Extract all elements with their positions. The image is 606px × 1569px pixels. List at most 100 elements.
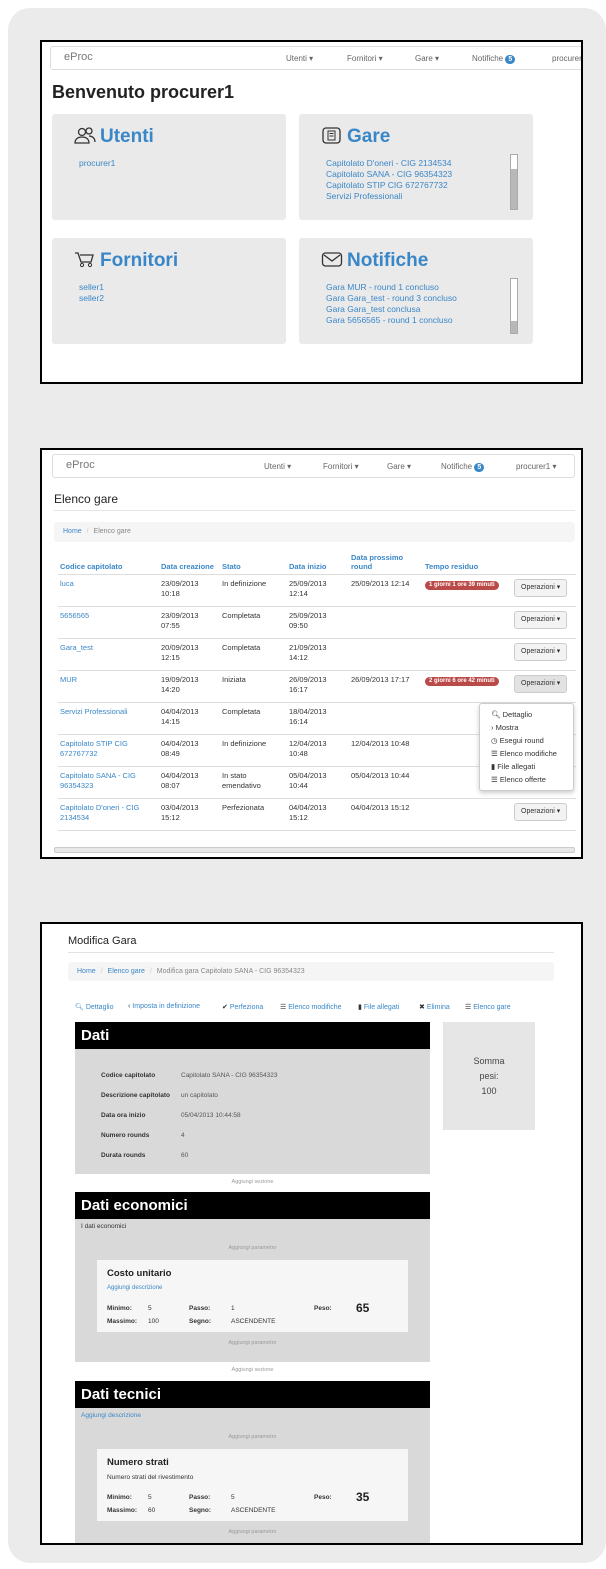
notifiche-heading[interactable]: Notifiche [321, 250, 428, 272]
notifiche-list: Gara MUR - round 1 concluso Gara Gara_te… [326, 282, 457, 326]
notifiche-item[interactable]: Gara 5656565 - round 1 concluso [326, 315, 457, 326]
nav-notifiche-label: Notifiche [441, 462, 473, 471]
breadcrumb-separator: / [86, 528, 89, 535]
weight-value: 65 [356, 1301, 370, 1315]
chevron-left-icon: ‹ [128, 1003, 131, 1010]
gare-item[interactable]: Capitolato D'oneri - CIG 2134534 [326, 158, 452, 169]
gara-link[interactable]: Gara_test [60, 643, 93, 652]
table-row: Gara_test 20/09/2013 12:15 Completata 21… [58, 638, 576, 671]
section-add-description[interactable]: Aggiungi descrizione [81, 1412, 141, 1419]
col-codice[interactable]: Codice capitolato [58, 546, 159, 575]
gara-link[interactable]: MUR [60, 675, 77, 684]
cell-status: In definizione [220, 734, 287, 767]
add-section-link[interactable]: Aggiungi sezione [75, 1179, 430, 1185]
toolbar-elenco-gare[interactable]: ☰ Elenco gare [465, 1003, 511, 1011]
search-icon: 🔍︎ [75, 1004, 84, 1011]
utenti-item[interactable]: procurer1 [79, 158, 115, 169]
gara-link[interactable]: Servizi Professionali [60, 707, 128, 716]
breadcrumb-home[interactable]: Home [77, 968, 96, 975]
notifiche-card: Notifiche Gara MUR - round 1 concluso Ga… [299, 238, 533, 344]
add-section-link[interactable]: Aggiungi sezione [75, 1367, 430, 1373]
cell-remaining [423, 606, 512, 639]
menu-item-esegui-round[interactable]: ◷ Esegui round [480, 734, 573, 747]
toolbar-label: Elenco gare [473, 1004, 511, 1011]
toolbar-imposta-definizione[interactable]: ‹ Imposta in definizione [128, 1003, 200, 1010]
section-dati: Dati Codice capitolato Capitolato SANA - … [75, 1022, 430, 1174]
operazioni-button[interactable]: Operazioni ▾ [514, 802, 568, 821]
breadcrumb-elenco-gare[interactable]: Elenco gare [108, 968, 145, 975]
fornitori-heading[interactable]: Fornitori [74, 250, 178, 272]
check-icon: ✔ [222, 1004, 228, 1011]
cell-next: 12/04/2013 10:48 [349, 734, 423, 767]
toolbar-file-allegati[interactable]: ▮ File allegati [358, 1003, 399, 1011]
gara-link[interactable]: Capitolato SANA - CIG 96354323 [60, 771, 136, 790]
fornitori-item[interactable]: seller2 [79, 293, 104, 304]
welcome-heading: Benvenuto procurer1 [52, 82, 235, 102]
gare-item[interactable]: Capitolato STIP CIG 672767732 [326, 180, 452, 191]
col-creazione[interactable]: Data creazione [159, 546, 220, 575]
toolbar-perfeziona[interactable]: ✔ Perfeziona [222, 1003, 263, 1011]
gara-link[interactable]: Capitolato D'oneri - CIG 2134534 [60, 803, 139, 822]
gara-link[interactable]: 5656565 [60, 611, 89, 620]
gare-item[interactable]: Capitolato SANA - CIG 96354323 [326, 169, 452, 180]
fornitori-item[interactable]: seller1 [79, 282, 104, 293]
utenti-heading[interactable]: Utenti [74, 126, 154, 148]
cell-created: 03/04/2013 15:12 [159, 798, 220, 831]
nav-gare[interactable]: Gare ▾ [415, 54, 439, 63]
notifiche-item[interactable]: Gara Gara_test conclusa [326, 304, 457, 315]
list-icon: ☰ [465, 1004, 472, 1011]
menu-item-mostra[interactable]: › Mostra [480, 721, 573, 734]
toolbar-elimina[interactable]: ✖ Elimina [419, 1003, 450, 1011]
sign-value: ASCENDENTE [231, 1318, 276, 1325]
gara-link[interactable]: Capitolato STIP CIG 672767732 [60, 739, 128, 758]
notifiche-item[interactable]: Gara Gara_test - round 3 concluso [326, 293, 457, 304]
nav-utenti[interactable]: Utenti ▾ [286, 54, 313, 63]
col-stato[interactable]: Stato [220, 546, 287, 575]
operazioni-button[interactable]: Operazioni ▾ [514, 610, 568, 629]
nav-notifiche-label: Notifiche [472, 54, 504, 63]
nav-fornitori[interactable]: Fornitori ▾ [323, 462, 359, 471]
cell-next [349, 638, 423, 671]
add-param-link[interactable]: Aggiungi parametro [75, 1340, 430, 1346]
col-tempo[interactable]: Tempo residuo [423, 546, 512, 575]
breadcrumb-home[interactable]: Home [63, 528, 82, 535]
add-param-link[interactable]: Aggiungi parametro [75, 1529, 430, 1535]
notifiche-item[interactable]: Gara MUR - round 1 concluso [326, 282, 457, 293]
section-dati-tecnici: Dati tecnici Aggiungi descrizione Aggiun… [75, 1381, 430, 1543]
gare-scrollbar[interactable] [510, 154, 518, 210]
menu-item-dettaglio[interactable]: 🔍︎ Dettaglio [480, 708, 573, 721]
add-param-link[interactable]: Aggiungi parametro [75, 1434, 430, 1440]
nav-utenti[interactable]: Utenti ▾ [264, 462, 291, 471]
menu-item-elenco-modifiche[interactable]: ☰ Elenco modifiche [480, 747, 573, 760]
operazioni-button[interactable]: Operazioni ▾ [514, 642, 568, 661]
brand-logo[interactable]: eProc [66, 459, 95, 471]
cell-start: 25/09/2013 12:14 [287, 574, 349, 607]
cell-status: In stato emendativo [220, 766, 287, 799]
nav-fornitori[interactable]: Fornitori ▾ [347, 54, 383, 63]
col-prossimo[interactable]: Data prossimo round [349, 546, 423, 575]
operazioni-button-open[interactable]: Operazioni ▾ [514, 674, 568, 693]
add-param-link[interactable]: Aggiungi parametro [75, 1245, 430, 1251]
gare-item[interactable]: Servizi Professionali [326, 191, 452, 202]
field-value: un capitolato [181, 1092, 218, 1099]
nav-user[interactable]: procurer1 [552, 54, 581, 63]
nav-gare[interactable]: Gare ▾ [387, 462, 411, 471]
brand-logo[interactable]: eProc [64, 51, 93, 63]
modifica-gara-screenshot: Modifica Gara Home / Elenco gare / Modif… [40, 922, 583, 1545]
nav-user[interactable]: procurer1 ▾ [516, 462, 556, 471]
menu-item-elenco-offerte[interactable]: ☰ Elenco offerte [480, 773, 573, 786]
operazioni-button[interactable]: Operazioni ▾ [514, 578, 568, 597]
horizontal-scrollbar[interactable] [54, 847, 575, 853]
col-inizio[interactable]: Data inizio [287, 546, 349, 575]
toolbar-dettaglio[interactable]: 🔍︎ Dettaglio [75, 1003, 113, 1011]
notifiche-scrollbar[interactable] [510, 278, 518, 334]
section-dati-economici: Dati economici I dati economici Aggiungi… [75, 1192, 430, 1362]
nav-notifiche[interactable]: Notifiche 5 [472, 54, 516, 64]
gara-link[interactable]: luca [60, 579, 74, 588]
toolbar-elenco-modifiche[interactable]: ☰ Elenco modifiche [280, 1003, 342, 1011]
nav-notifiche[interactable]: Notifiche 5 [441, 462, 485, 472]
param-add-description[interactable]: Aggiungi descrizione [107, 1285, 162, 1291]
chevron-right-icon: › [491, 723, 494, 732]
menu-item-file-allegati[interactable]: ▮ File allegati [480, 760, 573, 773]
gare-heading[interactable]: Gare [321, 126, 390, 148]
